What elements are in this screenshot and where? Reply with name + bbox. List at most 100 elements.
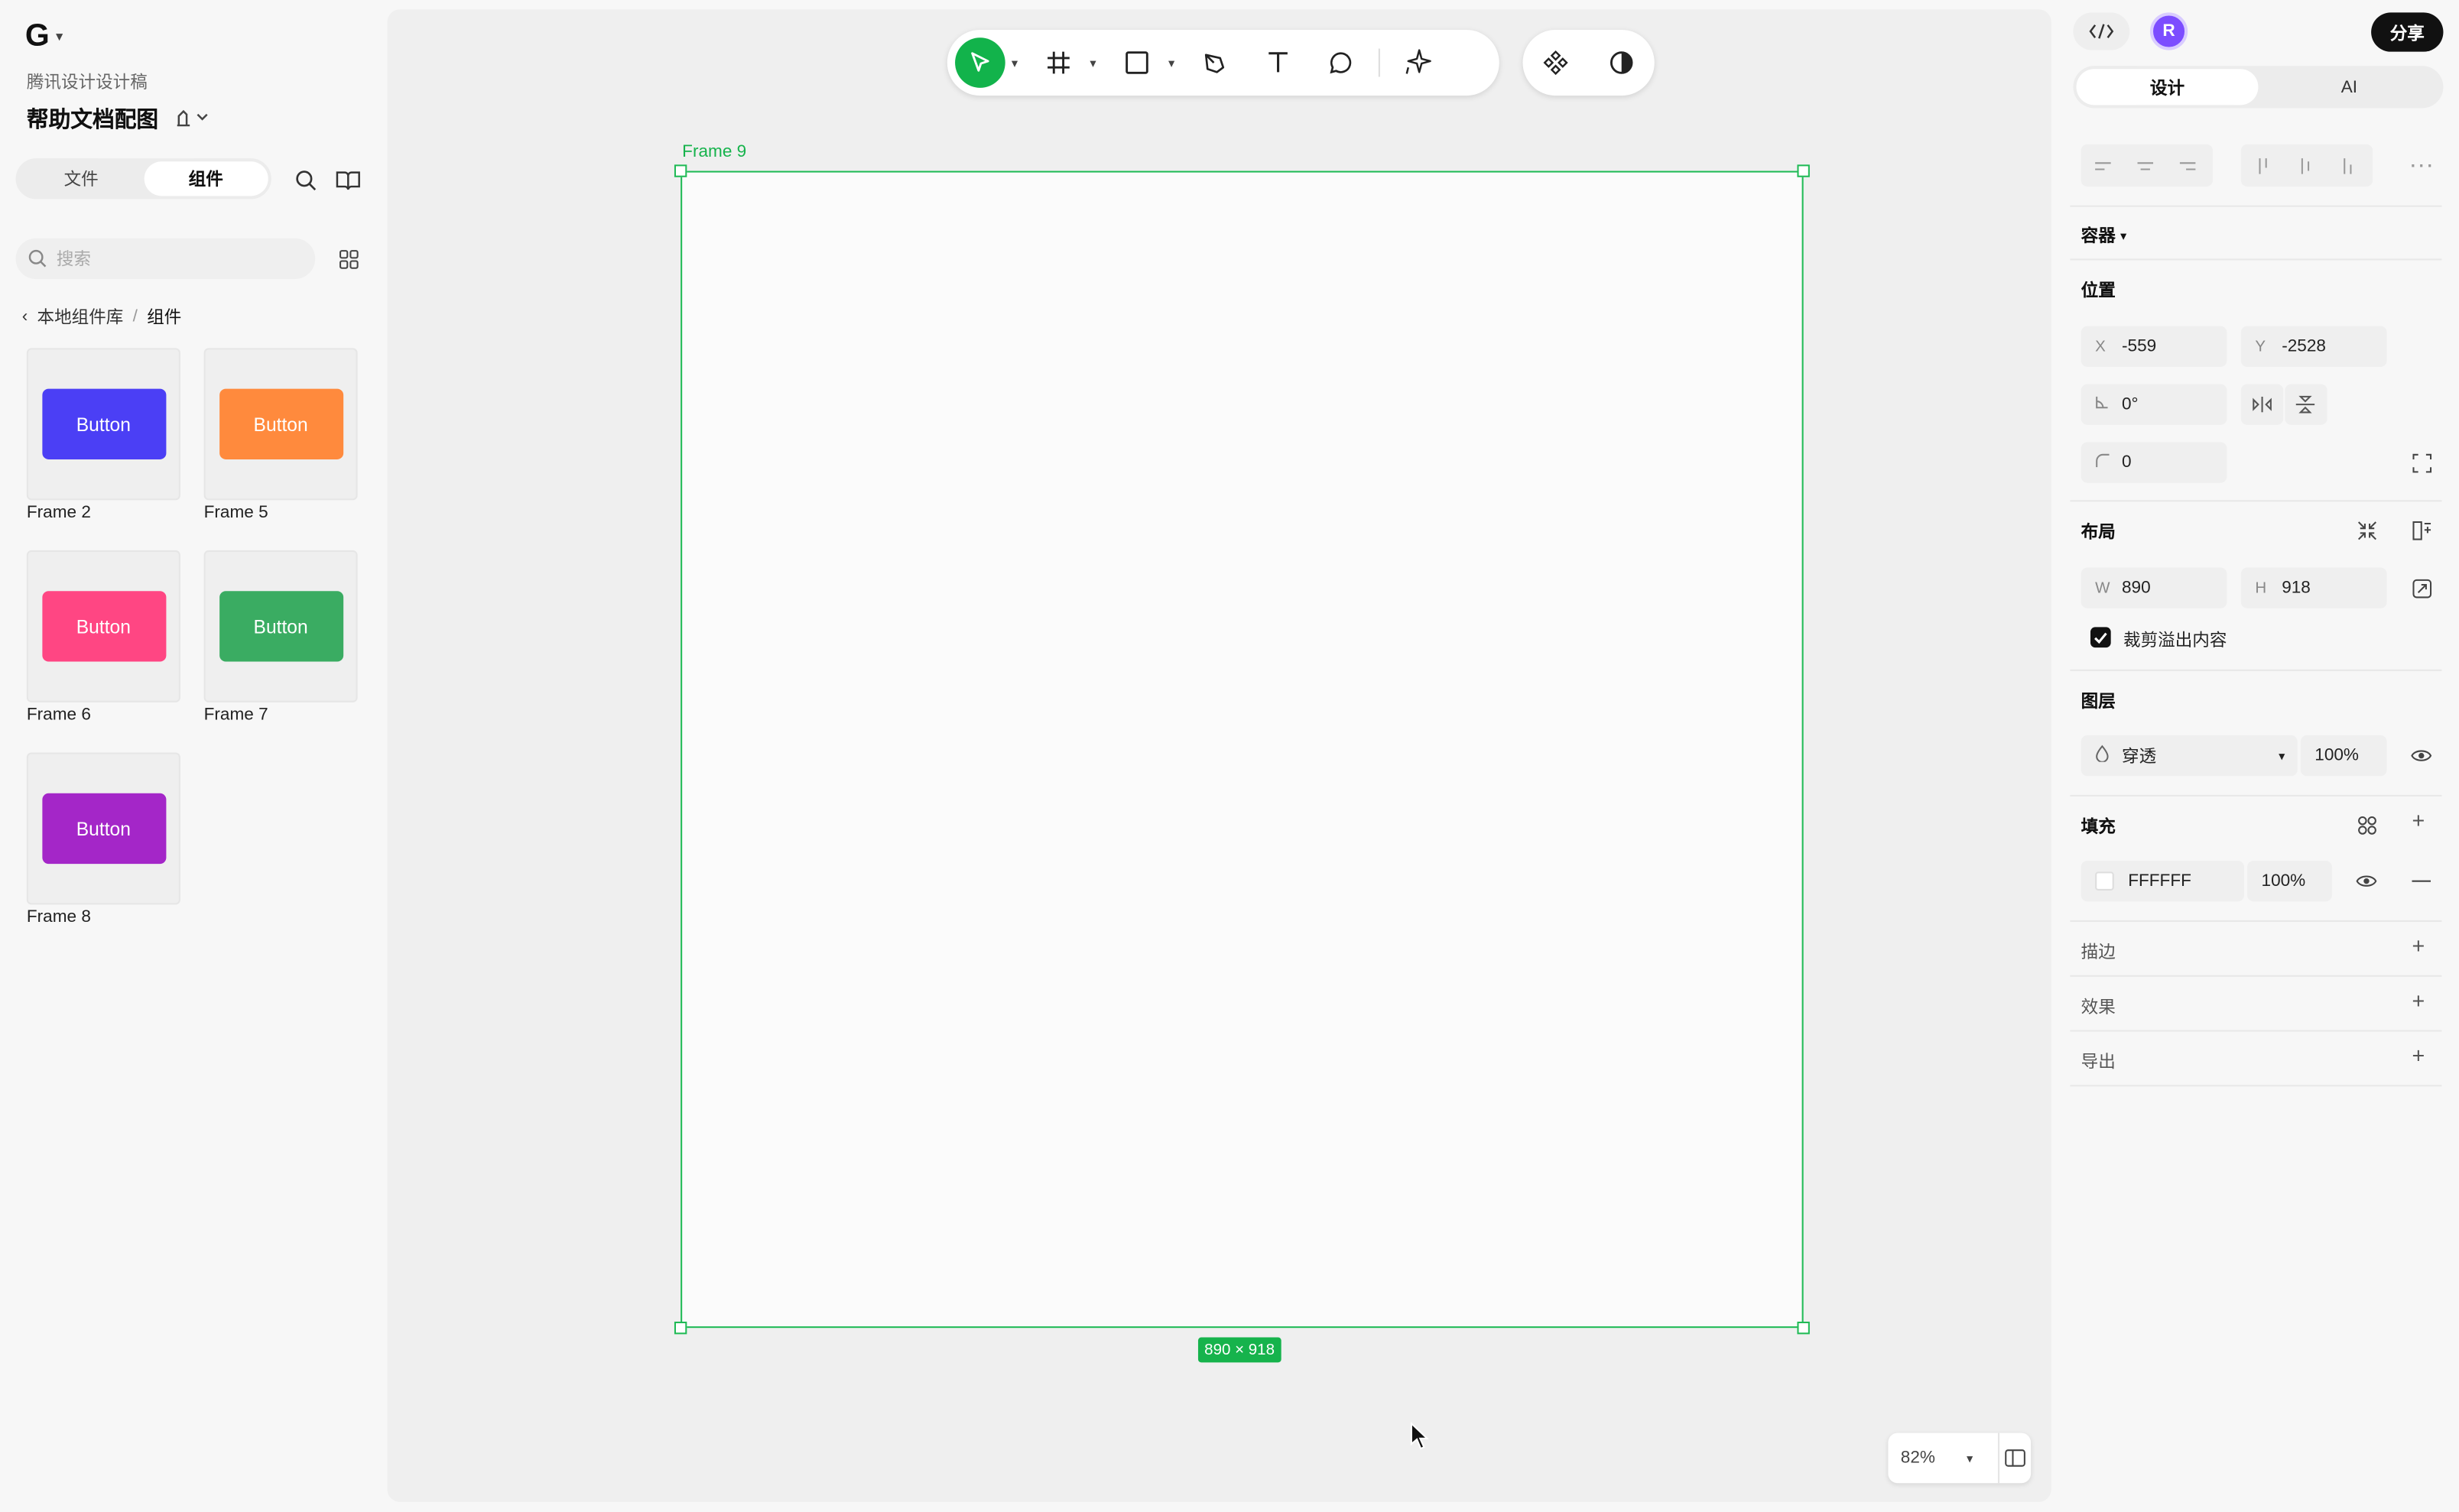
contrast-icon	[1610, 51, 1633, 74]
component-label: Frame 5	[203, 503, 268, 522]
rectangle-tool[interactable]	[1112, 37, 1162, 88]
add-fill-icon[interactable]: +	[2412, 807, 2425, 832]
move-tool[interactable]	[955, 37, 1005, 88]
panel-toggle-icon[interactable]	[1999, 1449, 2031, 1468]
share-button[interactable]: 分享	[2371, 12, 2444, 52]
ai-tool[interactable]	[1392, 37, 1443, 88]
flip-vertical-button[interactable]	[2285, 384, 2327, 425]
blend-mode-select[interactable]: 穿透 ▾	[2081, 735, 2298, 777]
chevron-down-icon[interactable]: ▾	[1967, 1451, 1986, 1465]
color-swatch[interactable]	[2095, 871, 2114, 891]
pen-tool[interactable]	[1191, 37, 1241, 88]
chevron-down-icon[interactable]: ▾	[1162, 56, 1181, 70]
divider	[2070, 1030, 2442, 1032]
align-left-icon[interactable]	[2081, 157, 2123, 174]
shrink-to-fit-icon[interactable]	[2354, 518, 2379, 543]
fill-color-field[interactable]: FFFFFF	[2081, 860, 2244, 902]
tab-design[interactable]: 设计	[2076, 69, 2259, 105]
position-section-title: 位置	[2081, 282, 2116, 301]
resize-handle-top-left[interactable]	[674, 164, 687, 177]
dev-mode-button[interactable]	[2073, 12, 2130, 50]
component-card-frame-2[interactable]: Button	[26, 348, 180, 501]
style-library-icon[interactable]	[2354, 812, 2379, 837]
eye-icon[interactable]	[2409, 743, 2434, 768]
search-placeholder: 搜索	[56, 251, 91, 270]
more-options-icon[interactable]: ···	[2409, 152, 2434, 179]
align-bottom-icon[interactable]	[2326, 156, 2368, 175]
container-type-dropdown[interactable]: 容器 ▾	[2081, 222, 2127, 248]
chevron-down-icon[interactable]: ▾	[1005, 56, 1025, 70]
clip-content-label: 裁剪溢出内容	[2123, 631, 2227, 651]
frame-size-badge: 890 × 918	[1197, 1337, 1281, 1363]
search-input[interactable]: 搜索	[15, 238, 316, 280]
library-book-icon[interactable]	[336, 167, 361, 193]
align-middle-icon[interactable]	[2283, 156, 2325, 175]
component-card-frame-7[interactable]: Button	[203, 550, 358, 702]
rotation-field[interactable]: 0°	[2081, 384, 2227, 425]
blend-mode-value: 穿透	[2122, 748, 2157, 767]
component-card-frame-5[interactable]: Button	[203, 348, 358, 501]
add-stroke-icon[interactable]: +	[2412, 933, 2425, 958]
radius-value: 0	[2122, 453, 2132, 472]
tab-files[interactable]: 文件	[19, 161, 144, 196]
align-center-icon[interactable]	[2123, 157, 2165, 174]
component-card-frame-8[interactable]: Button	[26, 752, 180, 905]
resize-handle-top-right[interactable]	[1797, 164, 1810, 177]
corner-radius-icon	[2095, 453, 2110, 472]
tab-components[interactable]: 组件	[143, 161, 268, 196]
height-field[interactable]: H 918	[2240, 567, 2387, 608]
layer-opacity-field[interactable]: 100%	[2300, 735, 2387, 777]
rotation-value: 0°	[2122, 394, 2139, 414]
back-chevron-icon[interactable]: ‹	[22, 307, 28, 326]
x-position-field[interactable]: X -559	[2081, 326, 2227, 367]
clip-content-checkbox[interactable]	[2090, 627, 2111, 648]
layer-section-title: 图层	[2081, 693, 2116, 712]
remove-fill-icon[interactable]	[2409, 868, 2434, 894]
vertical-align-group	[2240, 144, 2373, 187]
constrain-proportions-icon[interactable]	[2409, 576, 2434, 601]
divider	[2070, 1085, 2442, 1087]
theme-tool[interactable]	[1597, 37, 1647, 88]
file-title[interactable]: 帮助文档配图	[27, 103, 209, 135]
component-label: Frame 7	[203, 705, 268, 725]
avatar[interactable]: R	[2149, 12, 2188, 50]
resize-handle-bottom-right[interactable]	[1797, 1321, 1810, 1335]
breadcrumb-parent[interactable]: 本地组件库	[37, 304, 124, 329]
fill-section-title: 填充	[2081, 818, 2116, 838]
file-menu-icon[interactable]	[174, 107, 209, 131]
w-label: W	[2095, 579, 2110, 597]
fill-opacity-field[interactable]: 100%	[2247, 860, 2332, 902]
width-field[interactable]: W 890	[2081, 567, 2227, 608]
search-icon[interactable]	[294, 167, 319, 193]
frame-name-label[interactable]: Frame 9	[682, 143, 746, 162]
comment-icon	[1330, 52, 1352, 74]
component-preview-button: Button	[41, 793, 166, 865]
team-name[interactable]: 腾讯设计设计稿	[27, 69, 148, 94]
selected-frame[interactable]	[681, 170, 1804, 1329]
comment-tool[interactable]	[1316, 37, 1366, 88]
component-card-frame-6[interactable]: Button	[26, 550, 180, 702]
chevron-down-icon[interactable]: ▾	[1083, 56, 1103, 70]
corner-radius-field[interactable]: 0	[2081, 442, 2227, 483]
eye-icon[interactable]	[2354, 868, 2379, 894]
frame-tool[interactable]	[1034, 37, 1084, 88]
align-top-icon[interactable]	[2241, 156, 2283, 175]
grid-view-icon[interactable]	[336, 246, 361, 271]
add-effect-icon[interactable]: +	[2412, 988, 2425, 1013]
flip-horizontal-button[interactable]	[2240, 384, 2284, 425]
independent-corners-icon[interactable]	[2409, 450, 2434, 475]
component-tool[interactable]	[1531, 37, 1581, 88]
app-menu[interactable]: G ▾	[25, 19, 63, 55]
zoom-level[interactable]: 82%	[1888, 1449, 1967, 1468]
align-right-icon[interactable]	[2165, 157, 2207, 174]
resize-handle-bottom-left[interactable]	[674, 1321, 687, 1335]
tab-ai[interactable]: AI	[2258, 69, 2440, 105]
breadcrumb: ‹ 本地组件库 / 组件	[22, 304, 182, 329]
text-tool[interactable]	[1253, 37, 1304, 88]
add-export-icon[interactable]: +	[2412, 1043, 2425, 1068]
tool-bar-secondary	[1522, 29, 1655, 96]
panel-tab-switch: 设计 AI	[2073, 66, 2444, 109]
y-position-field[interactable]: Y -2528	[2240, 326, 2387, 367]
angle-icon	[2095, 395, 2108, 414]
auto-layout-icon[interactable]	[2409, 518, 2434, 543]
